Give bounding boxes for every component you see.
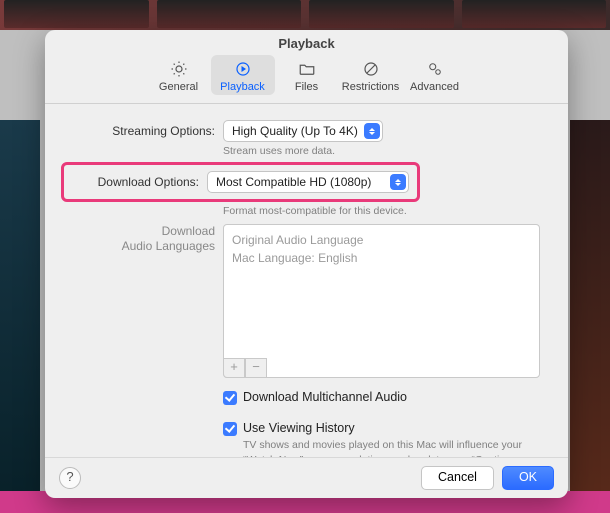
ok-button[interactable]: OK bbox=[502, 466, 554, 490]
viewing-history-checkbox[interactable] bbox=[223, 422, 237, 436]
select-arrow-icon bbox=[364, 123, 380, 139]
toolbar: General Playback Files Restrictions Adva bbox=[45, 53, 568, 104]
preferences-window: Playback General Playback Files Restrict… bbox=[45, 30, 568, 498]
remove-language-button[interactable]: − bbox=[245, 358, 267, 378]
audio-languages-label: Download Audio Languages bbox=[65, 224, 223, 378]
preferences-content: Streaming Options: High Quality (Up To 4… bbox=[45, 104, 568, 457]
download-options-label: Download Options: bbox=[68, 175, 207, 189]
download-options-highlight: Download Options: Most Compatible HD (10… bbox=[61, 162, 420, 202]
footer: ? Cancel OK bbox=[45, 457, 568, 498]
window-title: Playback bbox=[45, 30, 568, 53]
multichannel-label: Download Multichannel Audio bbox=[243, 390, 407, 404]
tab-label: Advanced bbox=[403, 81, 467, 93]
tab-playback[interactable]: Playback bbox=[211, 55, 275, 95]
add-language-button[interactable]: + bbox=[223, 358, 245, 378]
help-button[interactable]: ? bbox=[59, 467, 81, 489]
play-circle-icon bbox=[211, 59, 275, 79]
audio-lang-item: Original Audio Language bbox=[232, 231, 531, 249]
folder-icon bbox=[275, 59, 339, 79]
tab-label: Restrictions bbox=[339, 81, 403, 93]
multichannel-checkbox[interactable] bbox=[223, 391, 237, 405]
streaming-hint: Stream uses more data. bbox=[223, 144, 540, 158]
no-symbol-icon bbox=[339, 59, 403, 79]
streaming-options-value: High Quality (Up To 4K) bbox=[232, 124, 358, 138]
tab-label: General bbox=[147, 81, 211, 93]
tab-label: Playback bbox=[211, 81, 275, 93]
select-arrow-icon bbox=[390, 174, 406, 190]
tab-restrictions[interactable]: Restrictions bbox=[339, 55, 403, 95]
download-options-value: Most Compatible HD (1080p) bbox=[216, 175, 384, 189]
audio-languages-list[interactable]: Original Audio Language Mac Language: En… bbox=[223, 224, 540, 378]
streaming-options-label: Streaming Options: bbox=[65, 124, 223, 138]
tab-general[interactable]: General bbox=[147, 55, 211, 95]
tab-advanced[interactable]: Advanced bbox=[403, 55, 467, 95]
download-options-select[interactable]: Most Compatible HD (1080p) bbox=[207, 171, 409, 193]
tab-label: Files bbox=[275, 81, 339, 93]
audio-lang-item: Mac Language: English bbox=[232, 249, 531, 267]
streaming-options-select[interactable]: High Quality (Up To 4K) bbox=[223, 120, 383, 142]
gears-icon bbox=[403, 59, 467, 79]
viewing-history-label: Use Viewing History bbox=[243, 421, 355, 435]
download-hint: Format most-compatible for this device. bbox=[223, 204, 540, 218]
viewing-history-description: TV shows and movies played on this Mac w… bbox=[243, 438, 530, 457]
cancel-button[interactable]: Cancel bbox=[421, 466, 494, 490]
tab-files[interactable]: Files bbox=[275, 55, 339, 95]
gear-icon bbox=[147, 59, 211, 79]
